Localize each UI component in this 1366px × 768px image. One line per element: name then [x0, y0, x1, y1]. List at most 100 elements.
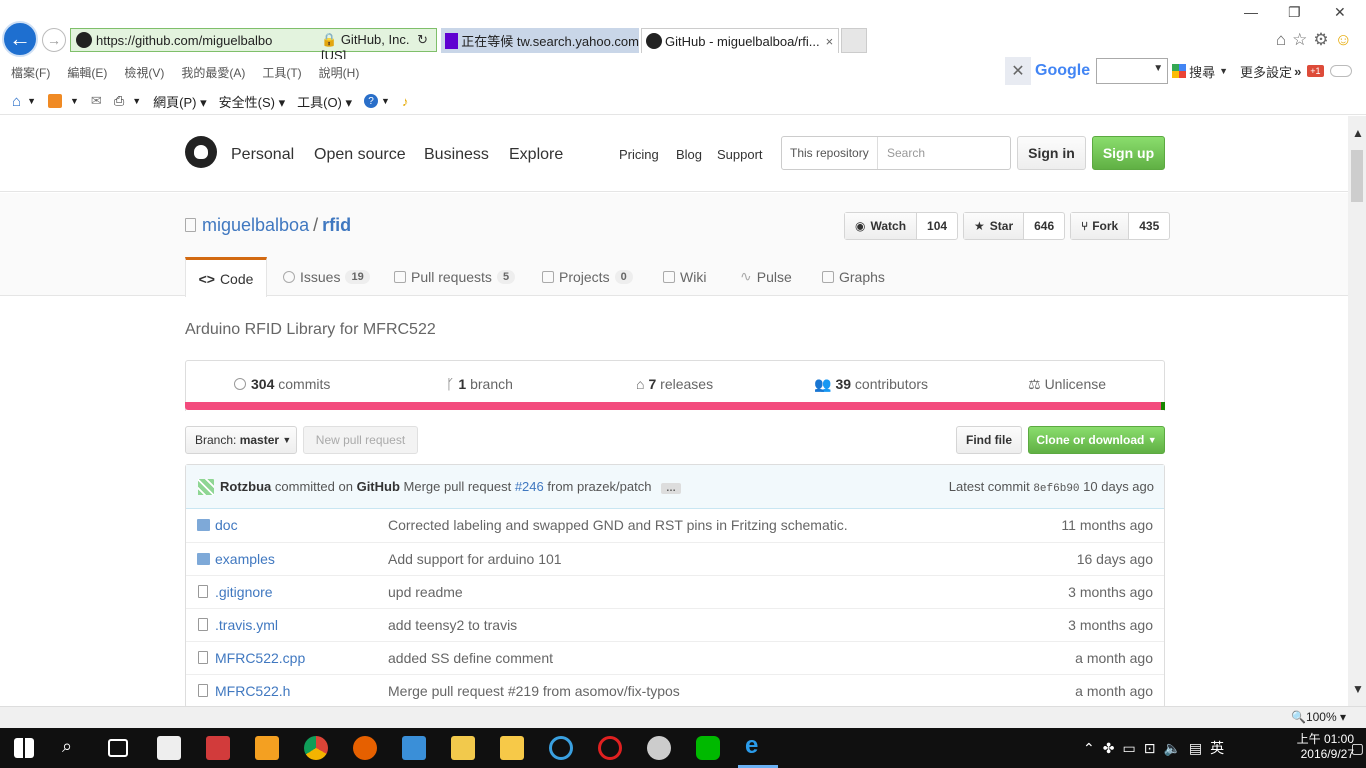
forward-button[interactable]: → — [42, 28, 66, 52]
clock[interactable]: 上午 01:00 2016/9/27 — [1297, 732, 1354, 762]
commit-title[interactable]: Merge pull request — [404, 479, 512, 494]
search-input[interactable] — [879, 137, 1009, 169]
tab-graphs[interactable]: Graphs — [822, 257, 885, 296]
google-search-input[interactable]: ▼ — [1096, 58, 1169, 84]
nav-business[interactable]: Business — [424, 146, 489, 164]
scroll-down-icon[interactable]: ▼ — [1352, 682, 1364, 696]
chevron-down-icon[interactable]: ▼ — [1219, 66, 1228, 76]
nav-personal[interactable]: Personal — [231, 146, 294, 164]
menu-view[interactable]: 檢視(V) — [124, 64, 164, 81]
toggle[interactable] — [1329, 65, 1352, 77]
refresh-icon[interactable]: ↻ — [417, 32, 428, 48]
notification-icon[interactable]: ▢ — [1351, 740, 1364, 757]
firefox-icon[interactable] — [353, 736, 377, 760]
releases-link[interactable]: ⌂ 7 releases — [636, 376, 713, 392]
fork-count[interactable]: 435 — [1129, 213, 1169, 239]
file-commit-message[interactable]: Corrected labeling and swapped GND and R… — [388, 517, 848, 533]
volume-icon[interactable]: 🔈 — [1163, 740, 1188, 756]
rss-icon[interactable] — [47, 94, 62, 108]
back-button[interactable]: ← — [2, 21, 38, 57]
branches-link[interactable]: ᚴ1 branch — [446, 376, 513, 392]
watch-button[interactable]: ◉ Watch — [845, 213, 918, 239]
chevron-down-icon[interactable]: ▼ — [70, 96, 79, 106]
folder-icon[interactable] — [500, 736, 524, 760]
ime-indicator[interactable]: 英 — [1210, 740, 1232, 756]
file-name-link[interactable]: MFRC522.cpp — [215, 650, 305, 666]
tab-issues[interactable]: Issues 19 — [283, 257, 370, 296]
media-player-icon[interactable] — [255, 736, 279, 760]
file-commit-message[interactable]: added SS define comment — [388, 650, 553, 666]
restore-button[interactable]: ❐ — [1288, 4, 1301, 21]
file-name-link[interactable]: .travis.yml — [215, 617, 278, 633]
tray-app-icon[interactable]: ✤ — [1103, 740, 1123, 756]
gear-icon[interactable]: ⚙ — [1313, 30, 1334, 49]
chrome-icon[interactable] — [304, 736, 328, 760]
print-icon[interactable]: ⎙ — [114, 93, 124, 109]
tools-menu[interactable]: 工具(O) ▾ — [297, 92, 352, 111]
app-panda-icon[interactable] — [647, 736, 671, 760]
star-count[interactable]: 646 — [1024, 213, 1064, 239]
tab-yahoo[interactable]: 正在等候 tw.search.yahoo.com — [441, 28, 639, 53]
chevron-up-icon[interactable]: ⌃ — [1083, 740, 1103, 756]
close-icon[interactable]: ✕ — [1005, 57, 1031, 85]
license-link[interactable]: ⚖ Unlicense — [1028, 376, 1106, 393]
nav-blog[interactable]: Blog — [676, 147, 702, 162]
address-url[interactable]: https://github.com/miguelbalbo — [71, 33, 272, 48]
commit-sha[interactable]: 8ef6b90 — [1033, 483, 1079, 495]
refresh-app-icon[interactable] — [549, 736, 573, 760]
file-name-link[interactable]: .gitignore — [215, 584, 273, 600]
menu-file[interactable]: 檔案(F) — [11, 64, 50, 81]
commit-author[interactable]: Rotzbua — [220, 479, 271, 494]
file-commit-message[interactable]: add teensy2 to travis — [388, 617, 517, 633]
windows-start-icon[interactable] — [14, 738, 34, 758]
page-menu[interactable]: 網頁(P) ▾ — [153, 92, 206, 111]
help-icon[interactable]: ? — [364, 94, 379, 108]
file-commit-message[interactable]: upd readme — [388, 584, 463, 600]
clone-download-button[interactable]: Clone or download ▼ — [1028, 426, 1165, 454]
close-tab-icon[interactable]: × — [826, 34, 834, 49]
smiley-icon[interactable]: ☺ — [1335, 30, 1358, 49]
line-icon[interactable] — [696, 736, 720, 760]
chevron-down-icon[interactable]: ▼ — [27, 96, 36, 106]
home-icon[interactable]: ⌂ — [12, 93, 21, 110]
file-name-link[interactable]: doc — [215, 517, 238, 533]
gplus-button[interactable]: +1 — [1307, 65, 1324, 77]
find-file-button[interactable]: Find file — [956, 426, 1022, 454]
avatar[interactable] — [198, 479, 214, 495]
sign-up-button[interactable]: Sign up — [1092, 136, 1165, 170]
computer-icon[interactable] — [402, 736, 426, 760]
scroll-thumb[interactable] — [1351, 150, 1363, 202]
app-icon[interactable] — [206, 736, 230, 760]
address-bar[interactable]: https://github.com/miguelbalbo 🔒 GitHub,… — [70, 28, 437, 63]
branch-select-button[interactable]: Branch: master ▼ — [185, 426, 297, 454]
file-commit-message[interactable]: Add support for arduino 101 — [388, 551, 562, 567]
tab-pulse[interactable]: ∿ Pulse — [740, 257, 792, 296]
app-red-icon[interactable] — [598, 736, 622, 760]
ie-icon[interactable]: e — [745, 732, 769, 759]
new-pull-request-button[interactable]: New pull request — [303, 426, 418, 454]
search-icon[interactable]: ⌕ — [62, 736, 86, 760]
home-icon[interactable]: ⌂ — [1276, 30, 1292, 49]
file-commit-message[interactable]: Merge pull request #219 from asomov/fix-… — [388, 683, 680, 699]
tab-wiki[interactable]: Wiki — [663, 257, 706, 296]
minimize-button[interactable]: — — [1244, 4, 1258, 20]
star-button[interactable]: ★ Star — [964, 213, 1025, 239]
mail-icon[interactable]: ✉ — [91, 93, 102, 109]
menu-tools[interactable]: 工具(T) — [262, 64, 301, 81]
nav-support[interactable]: Support — [717, 147, 763, 162]
contributors-link[interactable]: 👥 39 contributors — [814, 376, 928, 393]
commit-pr-link[interactable]: #246 — [515, 479, 544, 494]
close-button[interactable]: ✕ — [1334, 4, 1346, 21]
watch-count[interactable]: 104 — [917, 213, 957, 239]
nav-open-source[interactable]: Open source — [314, 146, 406, 164]
store-icon[interactable] — [157, 736, 181, 760]
network-icon[interactable]: ⊡ — [1144, 740, 1164, 756]
zoom-control[interactable]: 🔍100% ▾ — [1291, 710, 1346, 724]
tab-pull-requests[interactable]: Pull requests 5 — [394, 257, 516, 296]
tab-github[interactable]: GitHub - miguelbalboa/rfi... × — [641, 28, 839, 53]
menu-edit[interactable]: 編輯(E) — [67, 64, 107, 81]
nav-explore[interactable]: Explore — [509, 146, 563, 164]
battery-icon[interactable]: ▭ — [1122, 740, 1143, 756]
language-bar[interactable] — [185, 402, 1165, 410]
tab-projects[interactable]: Projects 0 — [542, 257, 633, 296]
